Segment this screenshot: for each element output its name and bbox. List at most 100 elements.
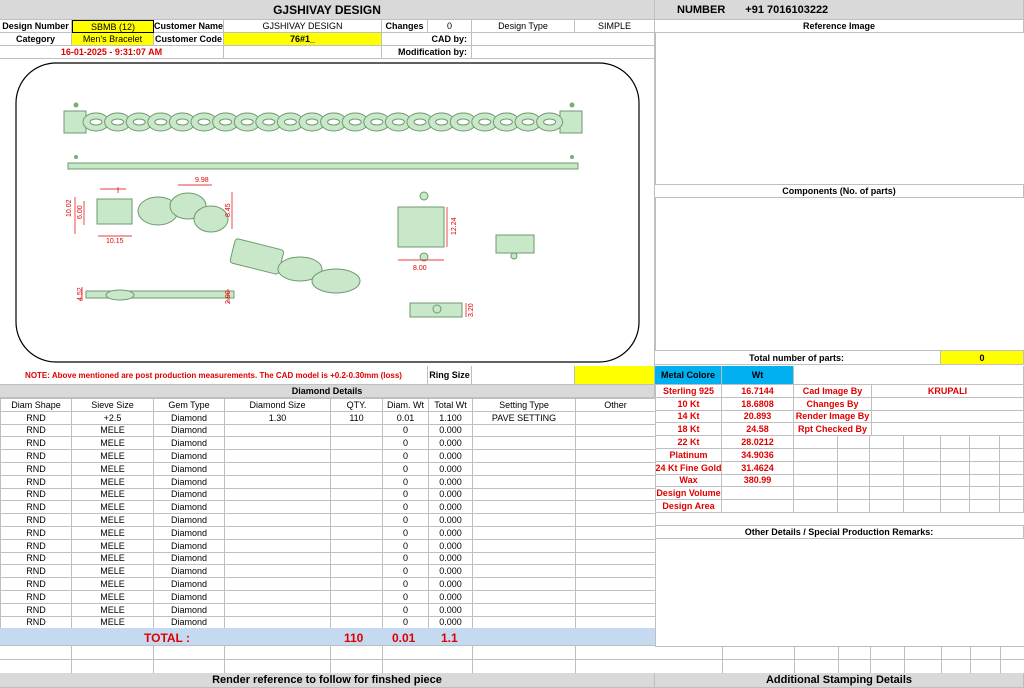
diamond-cell[interactable] — [575, 602, 656, 617]
diamond-cell[interactable]: Diamond — [153, 602, 225, 617]
diamond-cell[interactable] — [330, 602, 383, 617]
diamond-cell[interactable] — [330, 449, 383, 463]
diamond-cell[interactable] — [575, 513, 656, 527]
diamond-cell[interactable]: Diamond — [153, 500, 225, 515]
diamond-cell[interactable]: MELE — [71, 602, 154, 617]
diamond-cell[interactable]: RND — [0, 602, 72, 617]
diamond-cell[interactable]: RND — [0, 589, 72, 604]
diamond-cell[interactable] — [330, 564, 383, 579]
diamond-cell[interactable]: 0 — [382, 551, 429, 566]
diamond-cell[interactable] — [330, 525, 383, 540]
diamond-cell[interactable]: Diamond — [153, 513, 225, 527]
design-number-field[interactable]: SBMB (12) — [72, 20, 154, 33]
diamond-cell[interactable]: RND — [0, 474, 72, 489]
diamond-cell[interactable]: 0.000 — [428, 500, 473, 515]
diamond-cell[interactable]: RND — [0, 538, 72, 553]
diamond-cell[interactable]: MELE — [71, 436, 154, 451]
diamond-cell[interactable]: 0.000 — [428, 487, 473, 502]
diamond-cell[interactable] — [330, 538, 383, 553]
diamond-cell[interactable]: MELE — [71, 513, 154, 527]
diamond-cell[interactable] — [330, 461, 383, 476]
diamond-cell[interactable]: 0 — [382, 538, 429, 553]
diamond-cell[interactable] — [472, 487, 576, 502]
diamond-cell[interactable]: PAVE SETTING — [472, 410, 576, 425]
diamond-cell[interactable] — [575, 577, 656, 591]
diamond-cell[interactable] — [330, 436, 383, 451]
category-field[interactable]: Men's Bracelet — [72, 33, 154, 46]
diamond-cell[interactable] — [575, 423, 656, 438]
diamond-cell[interactable] — [575, 564, 656, 579]
diamond-cell[interactable]: Diamond — [153, 525, 225, 540]
diamond-cell[interactable] — [575, 474, 656, 489]
diamond-cell[interactable]: MELE — [71, 461, 154, 476]
diamond-cell[interactable] — [575, 615, 656, 630]
diamond-cell[interactable]: Diamond — [153, 449, 225, 463]
diamond-cell[interactable] — [224, 513, 331, 527]
diamond-cell[interactable]: 0.000 — [428, 615, 473, 630]
diamond-cell[interactable]: Diamond — [153, 474, 225, 489]
diamond-cell[interactable] — [330, 474, 383, 489]
diamond-cell[interactable]: RND — [0, 577, 72, 591]
diamond-cell[interactable]: Diamond — [153, 551, 225, 566]
diamond-cell[interactable] — [472, 449, 576, 463]
diamond-cell[interactable]: RND — [0, 551, 72, 566]
diamond-cell[interactable] — [224, 423, 331, 438]
diamond-cell[interactable] — [472, 513, 576, 527]
diamond-cell[interactable]: MELE — [71, 423, 154, 438]
diamond-cell[interactable]: 0.000 — [428, 589, 473, 604]
diamond-cell[interactable]: MELE — [71, 577, 154, 591]
diamond-cell[interactable]: MELE — [71, 525, 154, 540]
diamond-cell[interactable]: 0.000 — [428, 564, 473, 579]
diamond-cell[interactable]: RND — [0, 513, 72, 527]
diamond-cell[interactable] — [472, 551, 576, 566]
diamond-cell[interactable] — [224, 474, 331, 489]
diamond-cell[interactable]: MELE — [71, 500, 154, 515]
diamond-cell[interactable]: RND — [0, 564, 72, 579]
diamond-cell[interactable] — [575, 551, 656, 566]
other-details-area[interactable] — [655, 539, 1024, 647]
diamond-cell[interactable]: 0.000 — [428, 449, 473, 463]
diamond-cell[interactable]: Diamond — [153, 461, 225, 476]
diamond-cell[interactable] — [472, 461, 576, 476]
diamond-cell[interactable]: 0 — [382, 589, 429, 604]
diamond-cell[interactable]: 0 — [382, 423, 429, 438]
diamond-cell[interactable] — [330, 615, 383, 630]
diamond-cell[interactable]: 0 — [382, 615, 429, 630]
diamond-cell[interactable] — [224, 564, 331, 579]
diamond-cell[interactable] — [224, 525, 331, 540]
diamond-cell[interactable]: 0 — [382, 577, 429, 591]
diamond-cell[interactable] — [472, 615, 576, 630]
staff-value[interactable] — [872, 397, 1024, 411]
diamond-cell[interactable] — [472, 500, 576, 515]
diamond-cell[interactable] — [224, 577, 331, 591]
diamond-cell[interactable]: Diamond — [153, 487, 225, 502]
diamond-cell[interactable] — [575, 487, 656, 502]
diamond-cell[interactable]: MELE — [71, 615, 154, 630]
diamond-cell[interactable] — [575, 461, 656, 476]
diamond-cell[interactable]: 0 — [382, 436, 429, 451]
staff-value[interactable] — [872, 410, 1024, 424]
diamond-cell[interactable] — [330, 551, 383, 566]
diamond-cell[interactable]: RND — [0, 500, 72, 515]
diamond-cell[interactable] — [224, 538, 331, 553]
diamond-cell[interactable] — [575, 538, 656, 553]
diamond-cell[interactable]: 0.000 — [428, 423, 473, 438]
diamond-cell[interactable]: RND — [0, 423, 72, 438]
diamond-cell[interactable]: Diamond — [153, 436, 225, 451]
diamond-cell[interactable]: 0.000 — [428, 538, 473, 553]
diamond-cell[interactable]: 110 — [330, 410, 383, 425]
diamond-cell[interactable] — [224, 602, 331, 617]
diamond-cell[interactable] — [330, 423, 383, 438]
diamond-cell[interactable] — [472, 525, 576, 540]
diamond-cell[interactable]: 0.000 — [428, 602, 473, 617]
diamond-cell[interactable]: Diamond — [153, 538, 225, 553]
diamond-cell[interactable]: +2.5 — [71, 410, 154, 425]
staff-value[interactable]: KRUPALI — [872, 385, 1024, 398]
diamond-cell[interactable]: 0.000 — [428, 551, 473, 566]
ring-size-field[interactable] — [472, 366, 575, 385]
diamond-cell[interactable]: RND — [0, 461, 72, 476]
diamond-cell[interactable]: 0.000 — [428, 513, 473, 527]
diamond-cell[interactable]: 0 — [382, 564, 429, 579]
diamond-cell[interactable] — [224, 589, 331, 604]
diamond-cell[interactable] — [224, 487, 331, 502]
